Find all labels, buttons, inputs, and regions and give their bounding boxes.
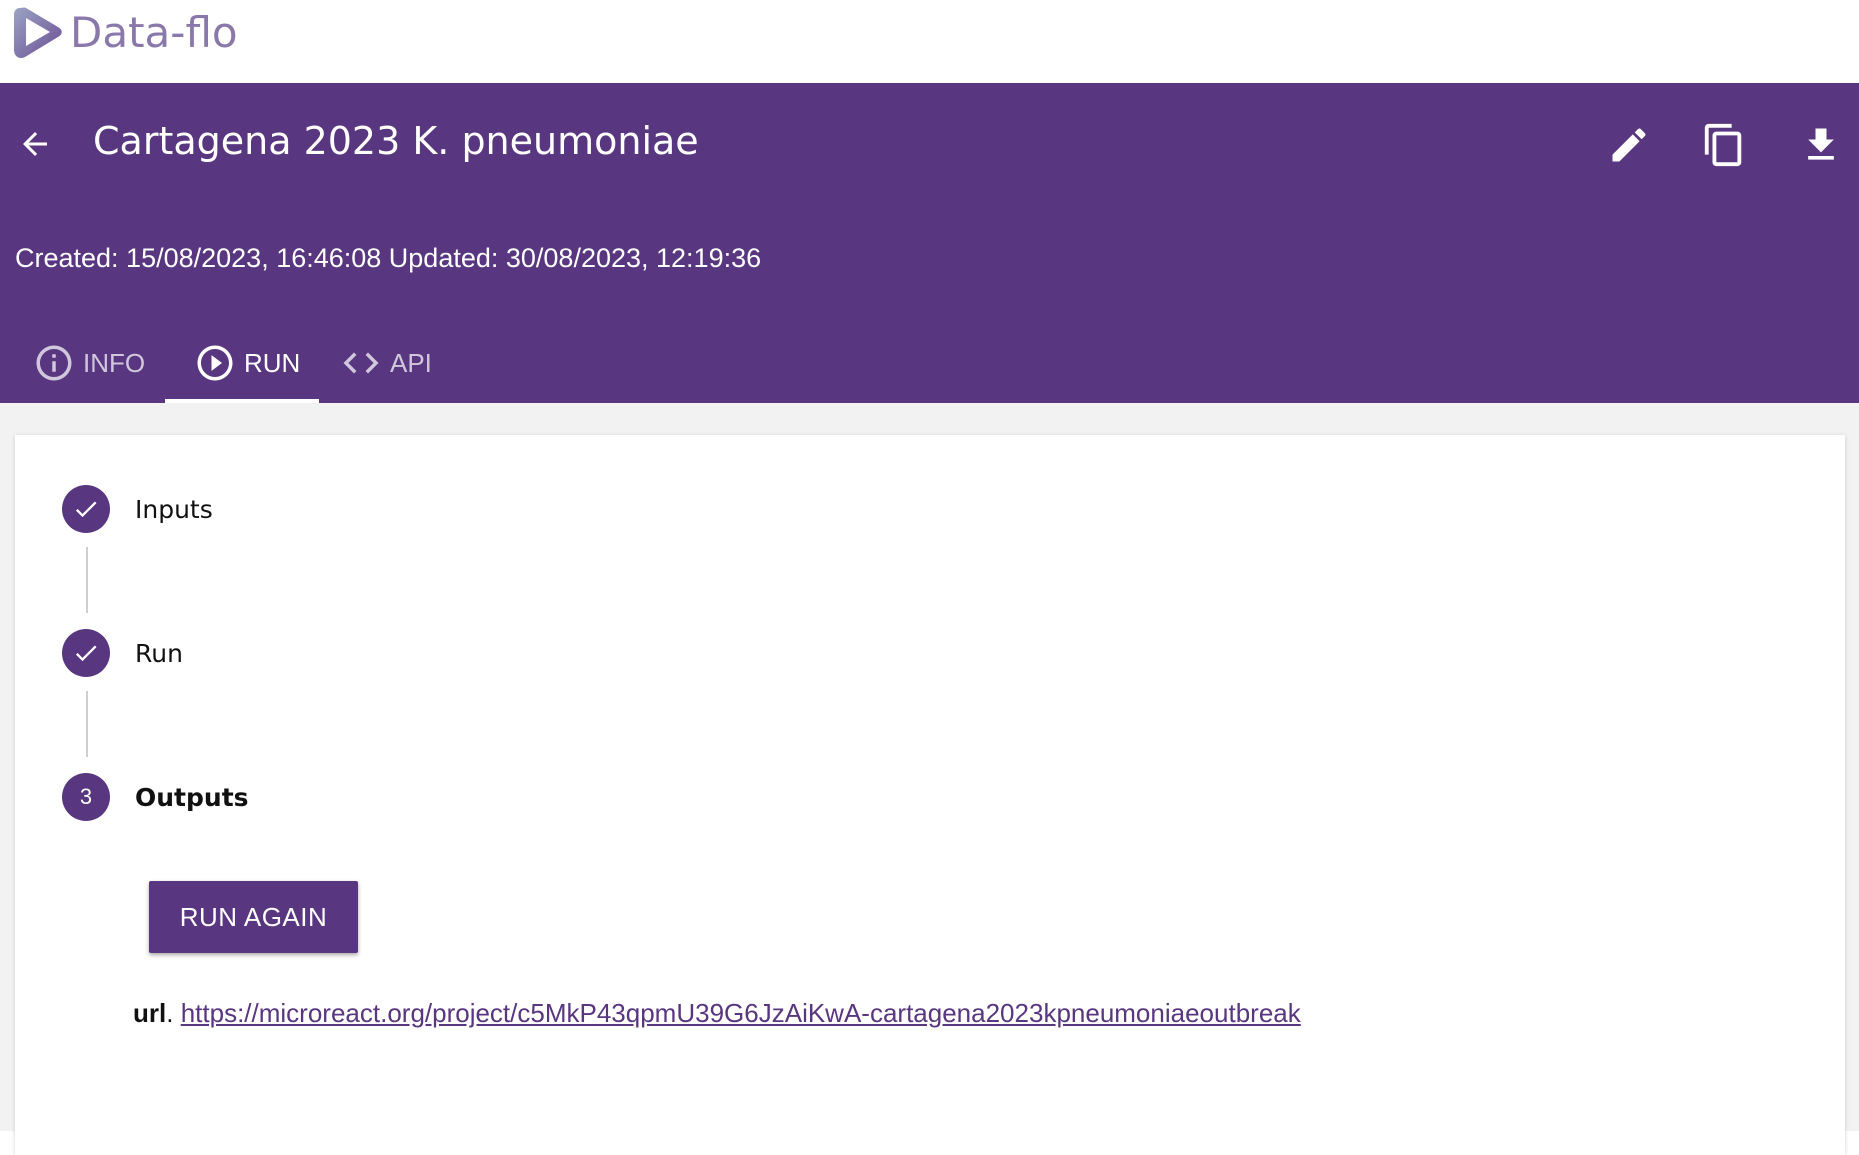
- step-number-marker: 3: [62, 773, 110, 821]
- created-updated-text: Created: 15/08/2023, 16:46:08 Updated: 3…: [15, 243, 762, 273]
- page-title: Cartagena 2023 K. pneumoniae: [93, 119, 699, 163]
- output-key: url: [133, 998, 167, 1028]
- output-separator: .: [166, 998, 174, 1028]
- back-button[interactable]: [14, 123, 56, 165]
- content-area: Inputs Run 3 Outputs RUN AGAIN url. http…: [0, 403, 1859, 1155]
- code-icon: [340, 342, 382, 384]
- tab-api[interactable]: API: [319, 323, 459, 403]
- tab-bar: INFO RUN API: [0, 323, 459, 403]
- page-header: Cartagena 2023 K. pneumoniae Created: 15…: [0, 83, 1859, 403]
- step-label: Outputs: [135, 782, 249, 812]
- step-connector: [86, 691, 88, 757]
- edit-button[interactable]: [1605, 121, 1653, 169]
- duplicate-button[interactable]: [1700, 121, 1748, 169]
- tab-info[interactable]: INFO: [0, 323, 165, 403]
- copy-icon: [1704, 123, 1742, 167]
- step-label: Run: [135, 638, 183, 668]
- step-label: Inputs: [135, 494, 213, 524]
- output-row: url. https://microreact.org/project/c5Mk…: [133, 998, 1301, 1029]
- step-completed-marker: [62, 629, 110, 677]
- info-icon: [33, 342, 75, 384]
- stepper-card: Inputs Run 3 Outputs RUN AGAIN url. http…: [15, 435, 1845, 1155]
- step-run[interactable]: Run: [62, 629, 183, 677]
- app-logo[interactable]: Data-flo: [12, 4, 238, 62]
- step-connector: [86, 547, 88, 613]
- tab-run[interactable]: RUN: [165, 323, 319, 403]
- check-icon: [75, 501, 97, 518]
- tab-info-label: INFO: [83, 347, 146, 378]
- step-outputs[interactable]: 3 Outputs: [62, 773, 249, 821]
- check-icon: [75, 645, 97, 662]
- tab-run-label: RUN: [244, 347, 301, 378]
- step-completed-marker: [62, 485, 110, 533]
- arrow-left-icon: [23, 132, 47, 156]
- download-button[interactable]: [1797, 121, 1845, 169]
- logo-icon: [14, 7, 62, 59]
- app-name: Data-flo: [70, 8, 238, 57]
- play-circle-icon: [194, 342, 236, 384]
- download-icon: [1808, 128, 1834, 160]
- step-number: 3: [79, 784, 93, 809]
- run-again-button[interactable]: RUN AGAIN: [149, 881, 358, 953]
- top-bar: Data-flo: [0, 0, 1859, 83]
- tab-api-label: API: [390, 347, 432, 378]
- step-inputs[interactable]: Inputs: [62, 485, 213, 533]
- output-url-link[interactable]: https://microreact.org/project/c5MkP43qp…: [181, 998, 1301, 1028]
- pencil-icon: [1612, 128, 1646, 162]
